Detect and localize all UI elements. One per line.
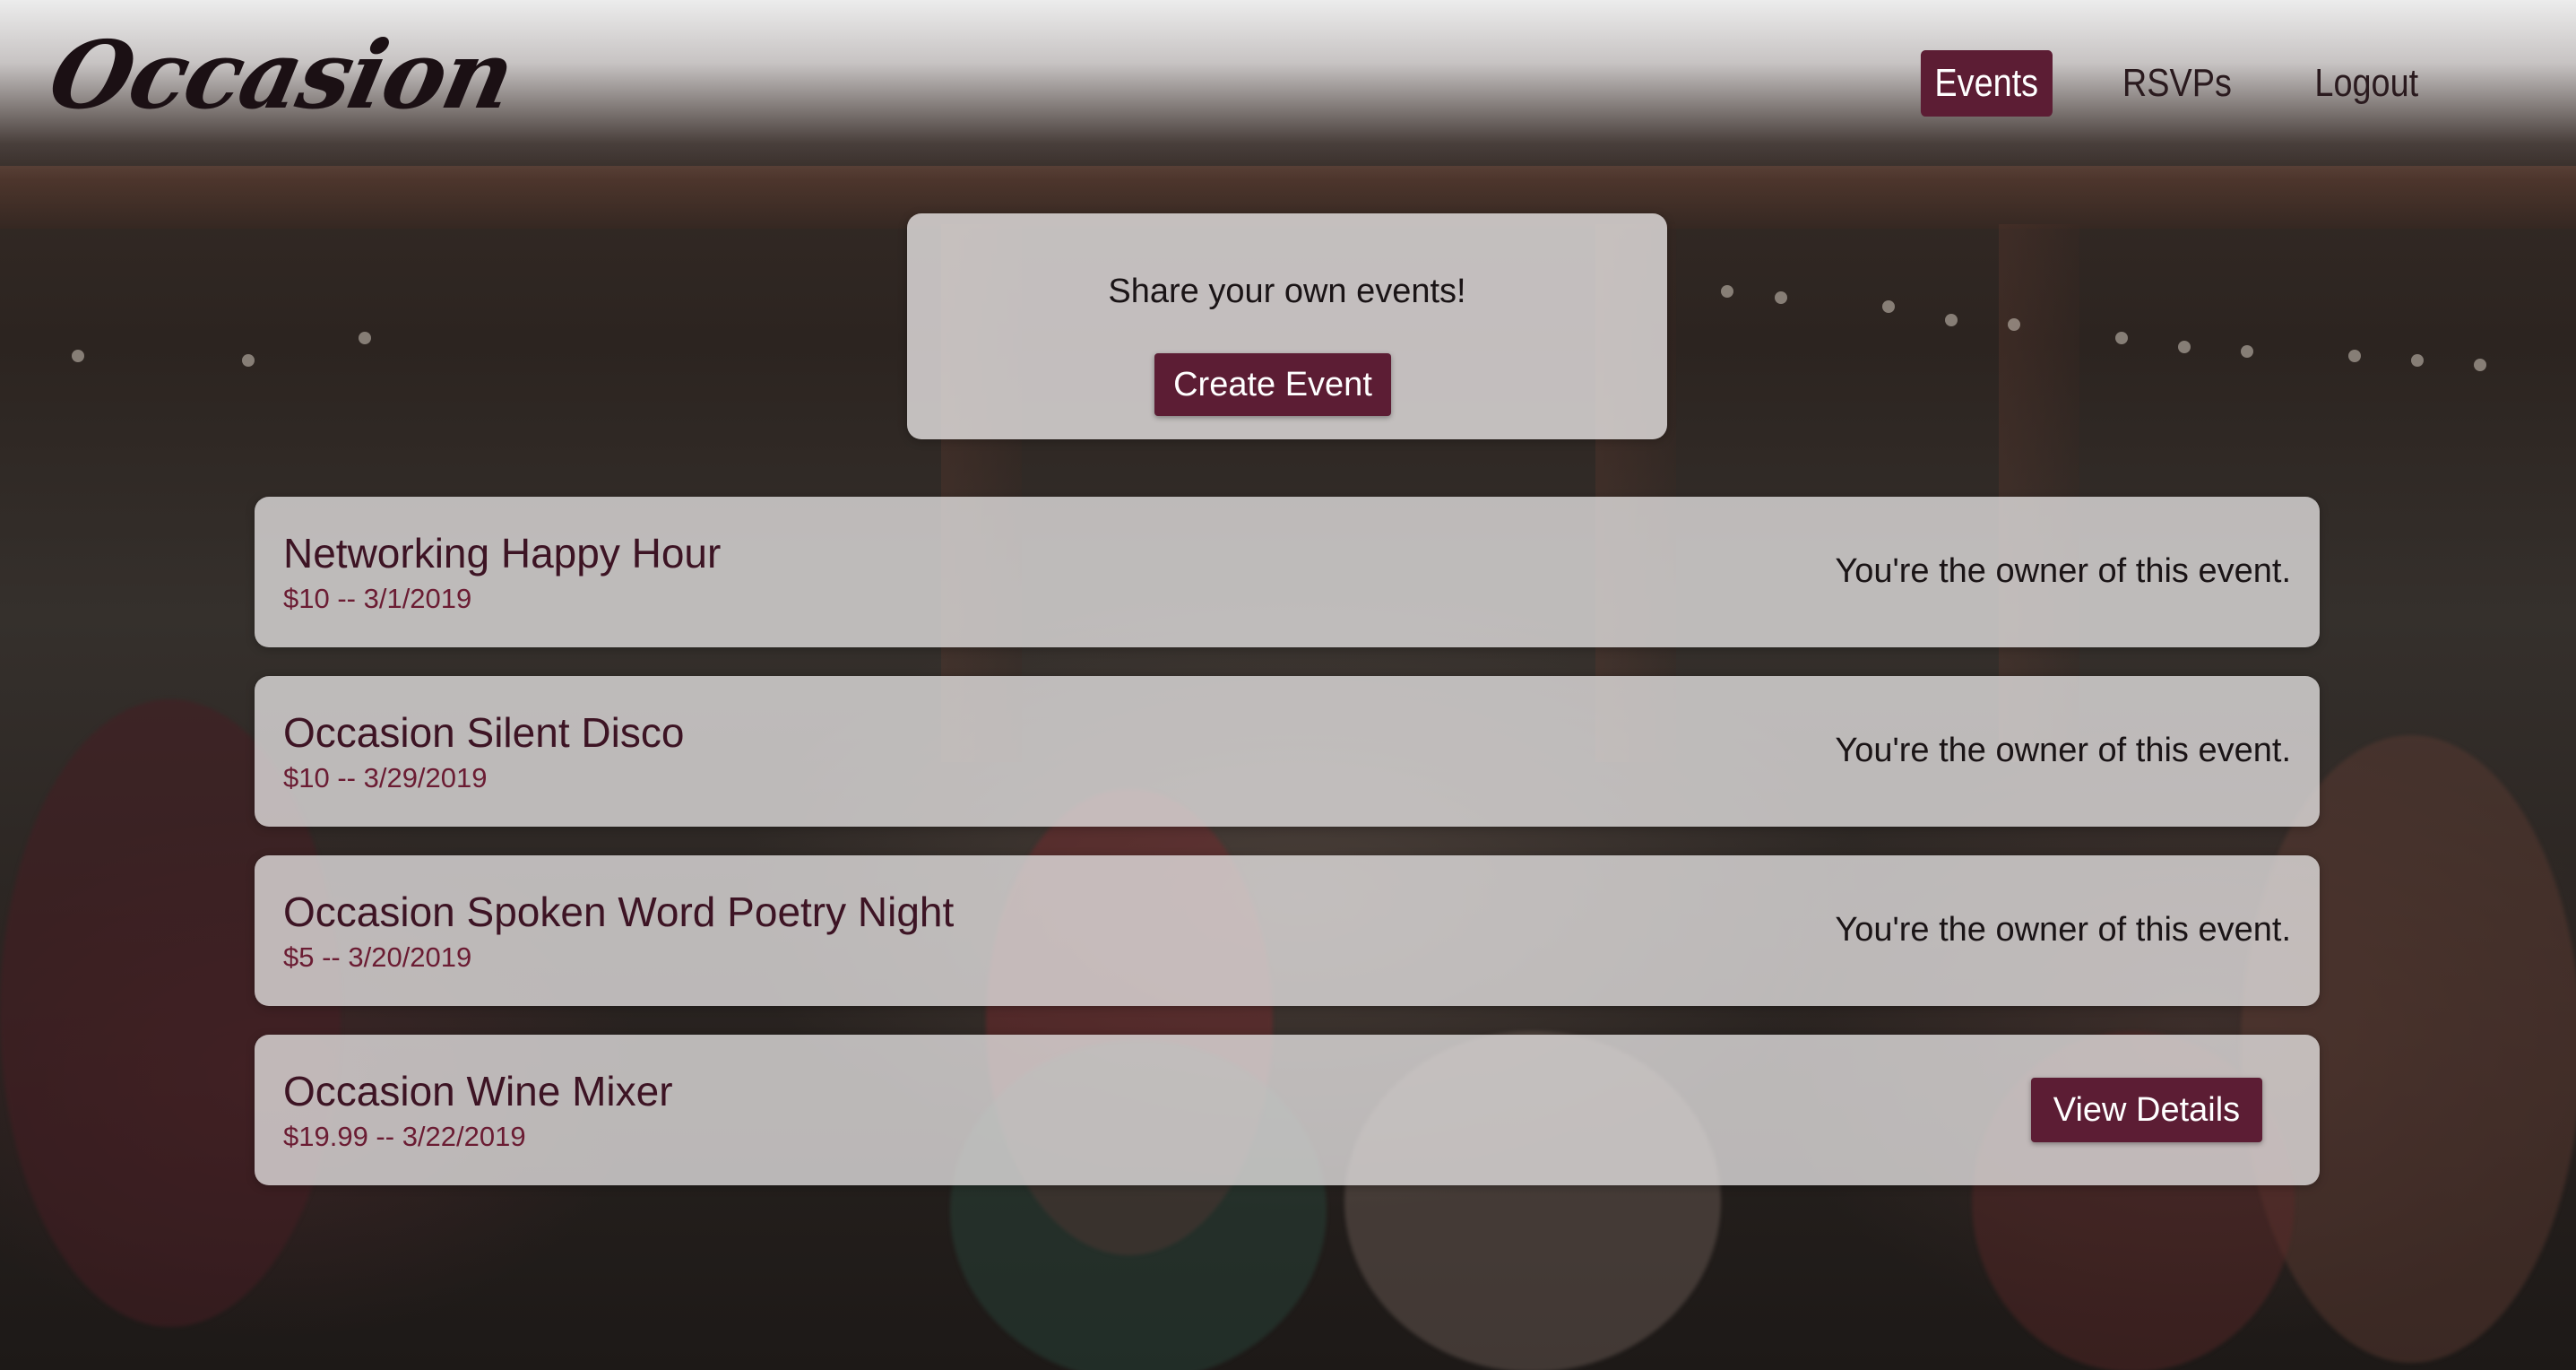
top-navbar: Occasion Events RSVPs Logout — [0, 0, 2576, 170]
create-event-button[interactable]: Create Event — [1154, 353, 1391, 416]
nav-events[interactable]: Events — [1921, 50, 2053, 117]
event-card[interactable]: Networking Happy Hour $10 -- 3/1/2019 Yo… — [255, 497, 2320, 647]
share-events-card: Share your own events! Create Event — [907, 213, 1667, 439]
event-card[interactable]: Occasion Wine Mixer $19.99 -- 3/22/2019 … — [255, 1035, 2320, 1185]
view-details-button[interactable]: View Details — [2031, 1078, 2262, 1142]
event-owner-note: You're the owner of this event. — [1835, 911, 2291, 949]
nav-rsvps[interactable]: RSVPs — [2108, 50, 2245, 117]
event-price-date: $19.99 -- 3/22/2019 — [283, 1121, 526, 1152]
event-card[interactable]: Occasion Spoken Word Poetry Night $5 -- … — [255, 855, 2320, 1006]
event-title: Occasion Silent Disco — [283, 709, 685, 756]
main-nav: Events RSVPs Logout — [1910, 50, 2443, 117]
event-price-date: $5 -- 3/20/2019 — [283, 941, 472, 973]
app-logo[interactable]: Occasion — [40, 20, 523, 132]
event-price-date: $10 -- 3/29/2019 — [283, 762, 488, 793]
event-owner-note: You're the owner of this event. — [1835, 732, 2291, 769]
event-owner-note: You're the owner of this event. — [1835, 552, 2291, 590]
event-title: Occasion Wine Mixer — [283, 1068, 673, 1114]
nav-logout[interactable]: Logout — [2301, 50, 2433, 117]
event-card[interactable]: Occasion Silent Disco $10 -- 3/29/2019 Y… — [255, 676, 2320, 827]
event-title: Occasion Spoken Word Poetry Night — [283, 889, 955, 935]
event-title: Networking Happy Hour — [283, 530, 722, 577]
event-price-date: $10 -- 3/1/2019 — [283, 583, 472, 614]
share-events-text: Share your own events! — [1108, 273, 1466, 310]
